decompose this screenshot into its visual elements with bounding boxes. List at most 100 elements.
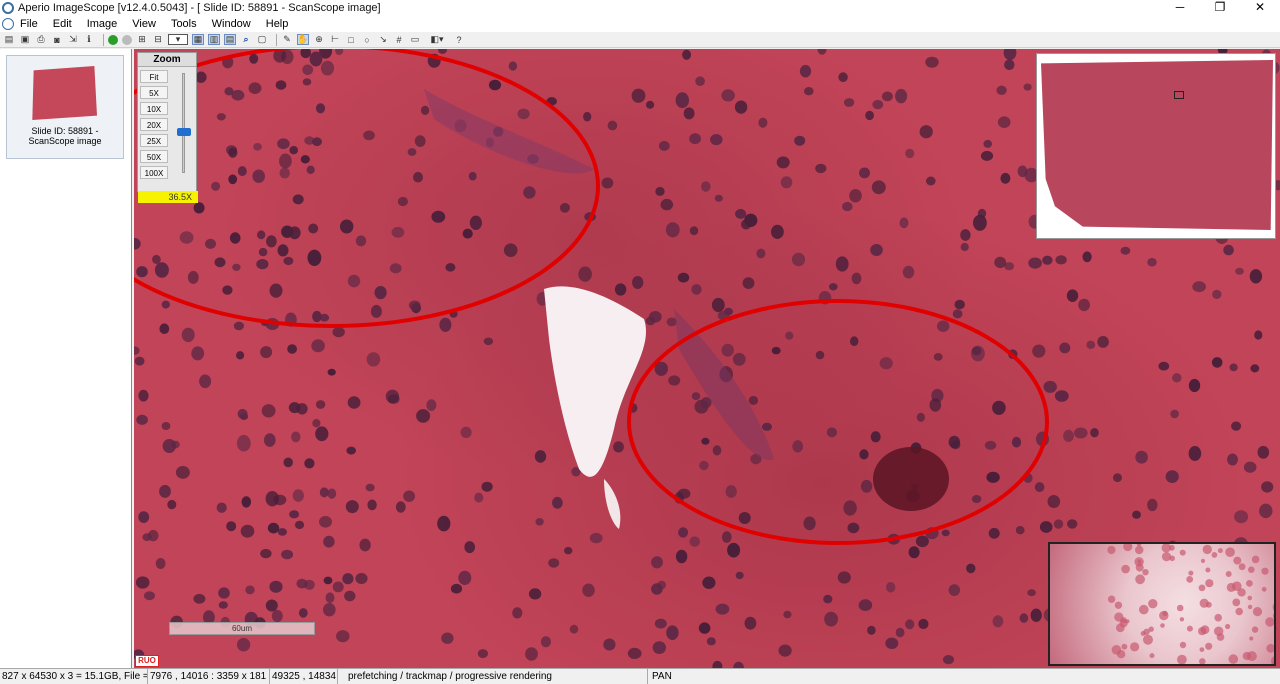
nucleus	[992, 400, 1006, 415]
nucleus	[918, 618, 929, 630]
info-icon[interactable]: ℹ	[83, 34, 95, 45]
menu-edit[interactable]: Edit	[53, 18, 72, 30]
zoom-20x-button[interactable]: 20X	[140, 118, 168, 131]
layout-icon[interactable]: ⊞	[136, 34, 148, 45]
magnifier-window-icon[interactable]: ▤	[224, 34, 236, 45]
nucleus	[508, 61, 518, 71]
nucleus	[657, 580, 666, 590]
zoom-5x-button[interactable]: 5X	[140, 86, 168, 99]
zoom-10x-button[interactable]: 10X	[140, 102, 168, 115]
print-icon[interactable]: ⎙	[35, 34, 47, 45]
nucleus	[323, 535, 335, 548]
help-icon[interactable]: ?	[453, 34, 465, 45]
zoom-50x-button[interactable]: 50X	[140, 150, 168, 163]
zoom-fit-button[interactable]: Fit	[140, 70, 168, 83]
close-button[interactable]: ✕	[1240, 0, 1280, 16]
ruler-icon[interactable]: ⊢	[329, 34, 341, 45]
minimize-button[interactable]: ─	[1160, 0, 1200, 16]
grid-icon[interactable]: ▦	[192, 34, 204, 45]
nucleus	[134, 238, 141, 250]
color-dropdown-icon[interactable]: ◧▾	[425, 34, 449, 45]
export-icon[interactable]: ⇲	[67, 34, 79, 45]
arrow-tool-icon[interactable]: ↘	[377, 34, 389, 45]
magnifier-window[interactable]	[1048, 542, 1276, 666]
red-blood-cell	[1252, 607, 1263, 617]
nucleus	[1043, 380, 1057, 393]
zoom-slider-track[interactable]	[182, 73, 185, 173]
select-dropdown-icon[interactable]: ▾	[168, 34, 188, 45]
slide-viewer[interactable]: Zoom Fit 5X 10X 20X 25X 50X 100X 36.5X 6…	[134, 49, 1280, 668]
nucleus	[1028, 257, 1042, 269]
overview-viewport-marker[interactable]	[1174, 91, 1184, 99]
nucleus	[292, 489, 304, 502]
window-title: Aperio ImageScope [v12.4.0.5043] - [ Sli…	[18, 2, 381, 14]
rectangle-tool-icon[interactable]: □	[345, 34, 357, 45]
overview-icon[interactable]: ▢	[256, 34, 268, 45]
pen-icon[interactable]: ✎	[281, 34, 293, 45]
red-blood-cell	[1272, 603, 1274, 611]
zoom-25x-button[interactable]: 25X	[140, 134, 168, 147]
save-icon[interactable]: ▣	[19, 34, 31, 45]
nucleus	[298, 608, 308, 618]
grid-tool-icon[interactable]: #	[393, 34, 405, 45]
nucleus	[859, 449, 869, 460]
snapshot-icon[interactable]: ◙	[51, 34, 63, 45]
zoom-icon[interactable]: ⌕	[240, 34, 252, 45]
red-blood-cell	[1177, 654, 1187, 664]
nucleus	[266, 235, 277, 248]
nucleus	[366, 352, 381, 367]
nucleus	[799, 64, 812, 78]
text-tool-icon[interactable]: ▭	[409, 34, 421, 45]
nucleus	[721, 89, 735, 102]
overview-window[interactable]	[1036, 53, 1276, 239]
document-icon[interactable]	[2, 18, 14, 30]
thumbnail-icon[interactable]: ▥	[208, 34, 220, 45]
menu-file[interactable]: File	[20, 18, 38, 30]
nucleus	[988, 527, 1000, 539]
nucleus	[1249, 269, 1263, 284]
nucleus	[512, 607, 523, 619]
ellipse-tool-icon[interactable]: ○	[361, 34, 373, 45]
nucleus	[867, 625, 876, 635]
nucleus	[211, 181, 221, 191]
nucleus	[523, 186, 536, 199]
nucleus	[710, 134, 723, 146]
nucleus	[325, 592, 335, 603]
zoom-tool-icon[interactable]: ⊕	[313, 34, 325, 45]
red-blood-cell	[1107, 545, 1116, 555]
menu-image[interactable]: Image	[87, 18, 118, 30]
zoom-slider-thumb[interactable]	[177, 128, 191, 136]
nucleus	[678, 527, 689, 538]
menu-view[interactable]: View	[132, 18, 156, 30]
nucleus	[267, 522, 280, 534]
pan-tool-icon[interactable]: ✋	[297, 34, 309, 45]
navigate-back-icon[interactable]	[122, 34, 132, 45]
nucleus	[1147, 257, 1157, 267]
red-blood-cell	[1161, 544, 1171, 553]
nucleus	[416, 409, 431, 423]
nucleus	[742, 277, 755, 289]
layout2-icon[interactable]: ⊟	[152, 34, 164, 45]
nucleus	[929, 398, 942, 412]
nucleus	[817, 49, 827, 55]
menu-tools[interactable]: Tools	[171, 18, 197, 30]
menu-window[interactable]: Window	[212, 18, 251, 30]
slide-thumbnail[interactable]: Slide ID: 58891 - ScanScope image	[6, 55, 124, 159]
nucleus	[916, 412, 926, 422]
nucleus	[665, 222, 680, 238]
nucleus	[181, 327, 195, 343]
nucleus	[756, 248, 766, 259]
navigate-forward-icon[interactable]	[108, 34, 118, 45]
maximize-button[interactable]: ❐	[1200, 0, 1240, 16]
zoom-100x-button[interactable]: 100X	[140, 166, 168, 179]
menu-help[interactable]: Help	[266, 18, 289, 30]
open-folder-icon[interactable]: ▤	[3, 34, 15, 45]
nucleus	[783, 610, 792, 619]
slide-thumbnail-image	[32, 66, 97, 120]
nucleus	[826, 427, 838, 438]
nucleus	[312, 419, 321, 428]
red-blood-cell	[1205, 642, 1213, 650]
nucleus	[205, 238, 216, 249]
nucleus	[1227, 453, 1238, 466]
nucleus	[367, 499, 377, 511]
